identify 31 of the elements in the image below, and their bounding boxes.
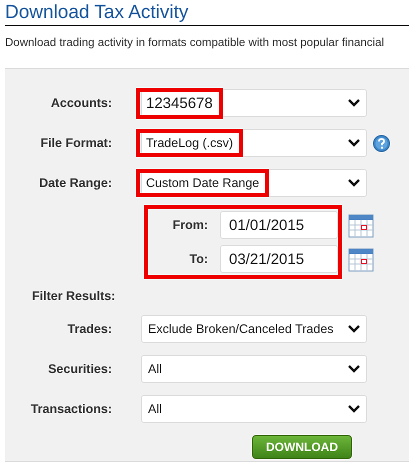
dropdown[interactable]: Exclude Broken/Canceled Trades [141, 315, 367, 343]
field-label: Trades: [66, 322, 112, 336]
selected-value: Exclude Broken/Canceled Trades [147, 321, 335, 338]
selected-value: TradeLog (.csv) [136, 129, 244, 157]
date-field[interactable]: 03/21/2015 [220, 245, 338, 273]
selected-value: All [147, 361, 163, 378]
dropdown[interactable]: All [141, 355, 367, 383]
selected-value: 12345678 [136, 88, 223, 118]
chevron-down-icon [348, 325, 360, 333]
selected-value: Custom Date Range [136, 169, 270, 197]
field-label: Accounts: [50, 96, 112, 110]
chevron-down-icon [348, 405, 360, 413]
chevron-down-icon [348, 179, 360, 187]
calendar-icon[interactable] [348, 212, 374, 238]
calendar-icon[interactable] [348, 246, 374, 272]
date-label: To: [188, 252, 209, 266]
field-label: Date Range: [38, 176, 112, 190]
chevron-down-icon [348, 139, 360, 147]
dropdown[interactable]: All [141, 395, 367, 423]
selected-value: All [147, 401, 163, 418]
field-label: Transactions: [30, 402, 112, 416]
page-title: Download Tax Activity [5, 2, 188, 24]
date-field[interactable]: 01/01/2015 [220, 211, 338, 239]
help-icon[interactable] [373, 134, 390, 152]
field-label: File Format: [39, 136, 112, 150]
date-label: From: [172, 218, 209, 232]
field-label: Securities: [47, 362, 112, 376]
description: Download trading activity in formats compatible with most popular financial [5, 37, 386, 49]
chevron-down-icon [348, 99, 360, 107]
section-heading: Filter Results: [31, 289, 116, 303]
chevron-down-icon [348, 365, 360, 373]
